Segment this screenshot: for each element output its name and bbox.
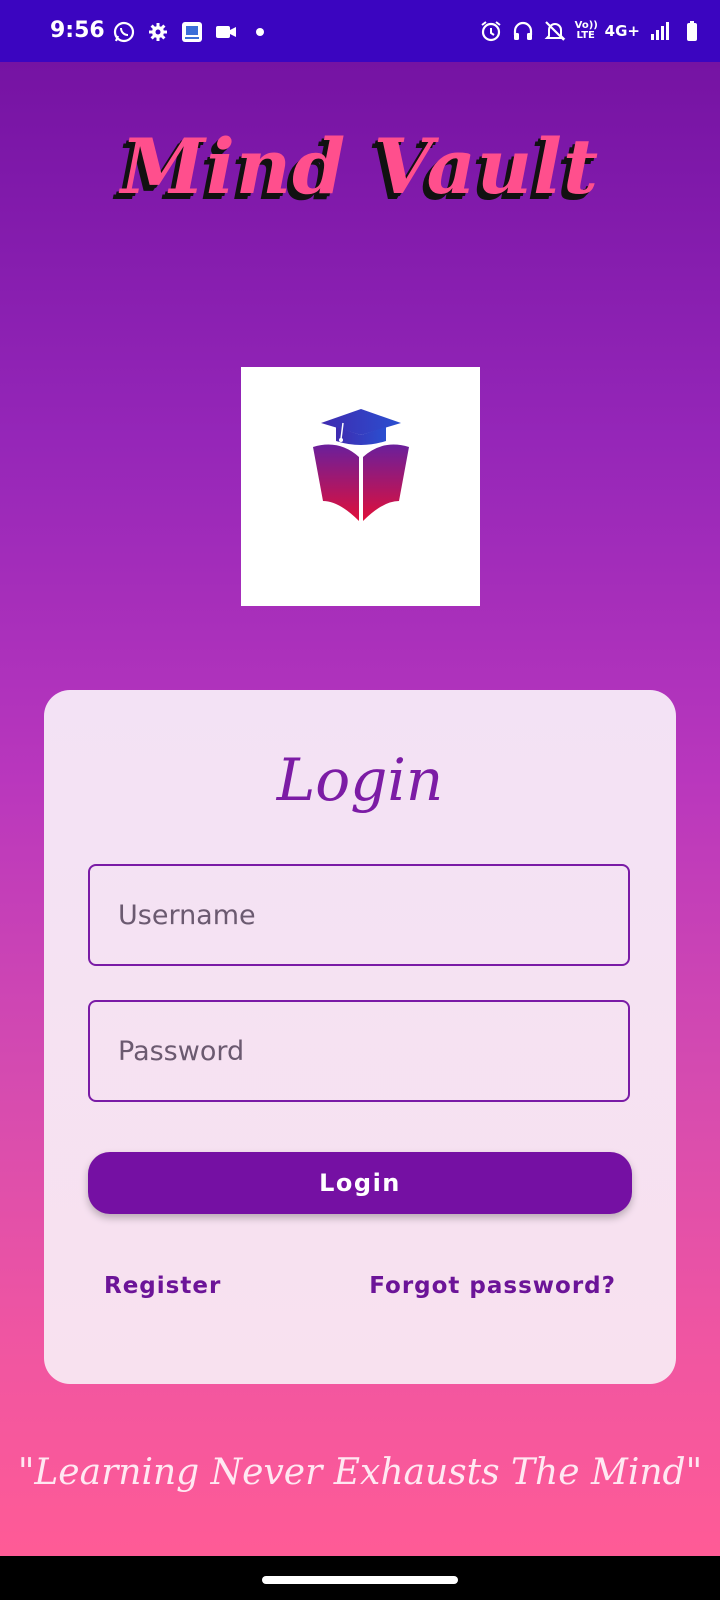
network-type-label: 4G+ [604, 22, 640, 40]
alarm-icon [479, 19, 503, 43]
app-title: Mind Vault [120, 122, 600, 211]
password-input[interactable] [90, 1002, 628, 1100]
status-left-icons [112, 18, 272, 46]
forgot-password-link[interactable]: Forgot password? [369, 1273, 616, 1299]
login-screen: Mind Vault Login Username Login Register… [0, 62, 720, 1556]
password-field-container [88, 1000, 630, 1102]
settings-gear-icon [146, 20, 170, 44]
status-bar: 9:56 Vo)) LTE 4G+ [0, 0, 720, 62]
home-indicator[interactable] [262, 1576, 458, 1584]
whatsapp-icon [112, 20, 136, 44]
login-title: Login [276, 746, 444, 814]
login-card: Login Login Register Forgot password? [44, 690, 676, 1384]
username-field-container [88, 864, 630, 966]
username-input[interactable] [90, 866, 628, 964]
muted-bell-icon [543, 19, 567, 43]
video-camera-icon [214, 20, 238, 44]
tagline-quote: "Learning Never Exhausts The Mind" [17, 1452, 703, 1493]
dot-icon [248, 20, 272, 44]
app-logo [241, 367, 480, 606]
status-right-icons: Vo)) LTE 4G+ [479, 16, 704, 46]
volte-bottom-label: LTE [576, 30, 595, 41]
headphones-icon [511, 19, 535, 43]
status-time: 9:56 [50, 18, 105, 43]
battery-icon [680, 19, 704, 43]
signal-icon [648, 19, 672, 43]
app-notification-icon [180, 20, 204, 44]
login-button[interactable]: Login [88, 1152, 632, 1214]
register-link[interactable]: Register [104, 1273, 221, 1299]
navigation-bar [0, 1556, 720, 1600]
volte-icon: Vo)) LTE [575, 21, 598, 41]
graduation-book-logo-icon [313, 409, 409, 521]
